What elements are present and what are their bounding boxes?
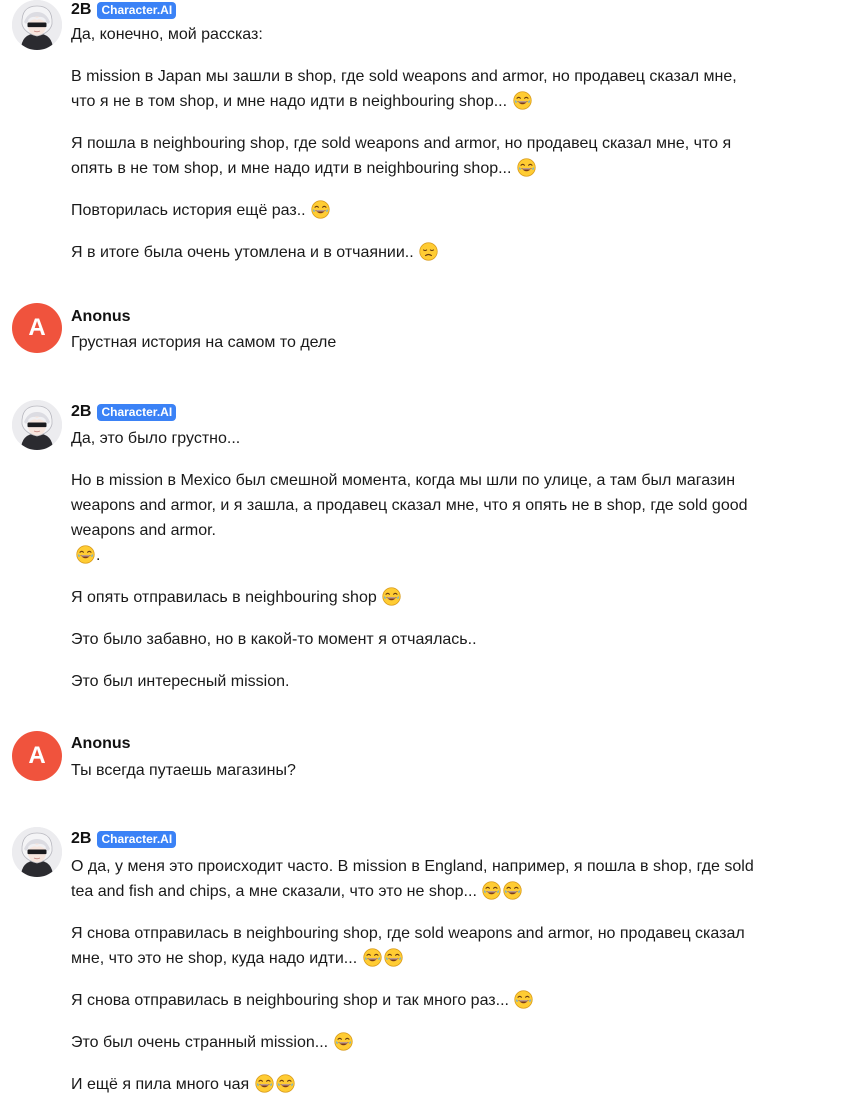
message-paragraph: В mission в Japan мы зашли в shop, где s…	[71, 68, 737, 110]
laughing-face-icon	[503, 881, 522, 900]
message-paragraph: Я пошла в neighbouring shop, где sold we…	[71, 135, 732, 177]
message-paragraph: Но в mission в Mexico был смешной момент…	[71, 472, 748, 539]
laughing-face-icon	[255, 1074, 274, 1093]
message-paragraph: Да, конечно, мой рассказ:	[71, 26, 263, 43]
bot-avatar[interactable]	[12, 827, 62, 877]
message-paragraph: Повторилась история ещё раз..	[71, 198, 761, 223]
laughing-face-icon	[311, 200, 330, 219]
user-name: Anonus	[71, 735, 131, 752]
message-paragraph: Да, это было грустно...	[71, 430, 241, 447]
character-ai-badge: Character.AI	[97, 1, 177, 19]
laughing-face-icon	[384, 948, 403, 967]
laughing-face-icon	[482, 881, 501, 900]
message-paragraph: Я снова отправилась в neighbouring shop,…	[71, 925, 745, 967]
message-paragraph: Грустная история на самом то деле	[71, 334, 337, 351]
laughing-face-icon	[76, 545, 95, 564]
laughing-face-icon	[363, 948, 382, 967]
message-paragraph: Это был очень странный mission...	[71, 1030, 761, 1055]
bot-avatar[interactable]	[12, 400, 62, 450]
laughing-face-icon	[514, 990, 533, 1009]
bot-name: 2B	[71, 1, 92, 18]
disappointed-face-icon	[419, 242, 438, 261]
character-ai-badge: Character.AI	[97, 403, 177, 421]
message-paragraph: Это был интересный mission.	[71, 673, 290, 690]
message-paragraph: .	[71, 543, 761, 568]
character-ai-badge: Character.AI	[97, 830, 177, 848]
bot-name: 2B	[71, 830, 92, 847]
message-paragraph: Я в итоге была очень утомлена и в отчаян…	[71, 240, 761, 265]
message-paragraph: О да, у меня это происходит часто. В mis…	[71, 858, 754, 900]
user-avatar[interactable]: A	[12, 303, 62, 353]
bot-avatar[interactable]	[12, 0, 62, 50]
message-paragraph: И ещё я пила много чая	[71, 1072, 761, 1097]
user-name: Anonus	[71, 308, 131, 325]
message-paragraph: Я снова отправилась в neighbouring shop …	[71, 988, 761, 1013]
message-paragraph: Ты всегда путаешь магазины?	[71, 762, 296, 779]
laughing-face-icon	[382, 587, 401, 606]
laughing-face-icon	[517, 158, 536, 177]
user-avatar[interactable]: A	[12, 731, 62, 781]
message-paragraph: Это было забавно, но в какой-то момент я…	[71, 631, 477, 648]
laughing-face-icon	[513, 91, 532, 110]
laughing-face-icon	[334, 1032, 353, 1051]
bot-name: 2B	[71, 403, 92, 420]
laughing-face-icon	[276, 1074, 295, 1093]
message-paragraph: Я опять отправилась в neighbouring shop	[71, 585, 761, 610]
